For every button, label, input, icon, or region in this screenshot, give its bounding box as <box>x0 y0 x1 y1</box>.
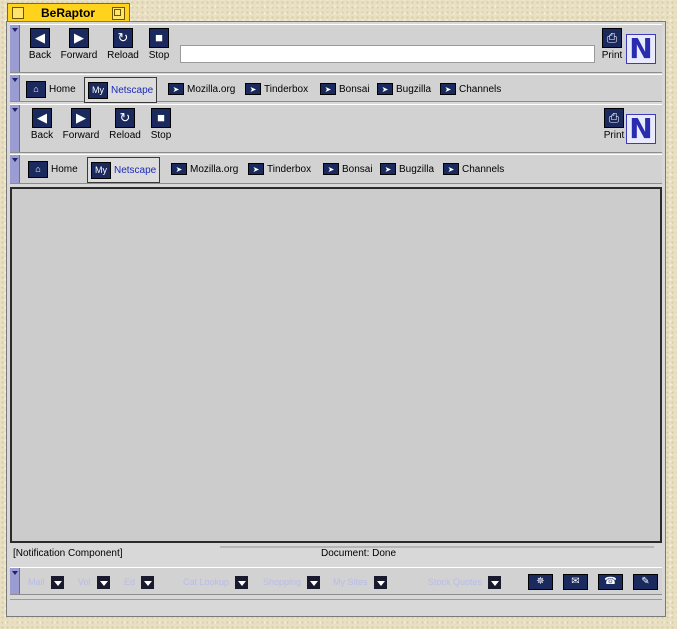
bookmark-arrow-icon: ➤ <box>320 83 336 95</box>
stop-button[interactable]: ■ Stop <box>141 108 181 141</box>
back-button[interactable]: ◀ Back <box>20 28 60 61</box>
forward-arrow-icon: ▶ <box>71 108 91 128</box>
status-bar: [Notification Component] Document: Done <box>10 546 662 562</box>
reload-icon: ↻ <box>115 108 135 128</box>
toolbar-grip[interactable] <box>10 155 20 183</box>
my-netscape-button[interactable]: My Netscape <box>87 157 161 183</box>
bookmark-bonsai[interactable]: ➤ Bonsai <box>320 79 370 99</box>
window-title: BeRaptor <box>41 6 96 20</box>
home-button[interactable]: ⌂ Home <box>28 159 78 179</box>
zoom-box[interactable] <box>112 7 125 20</box>
component-bar: Mail Vol Ed Cat Lookup Shopping My Sites… <box>10 567 662 595</box>
back-button[interactable]: ◀ Back <box>22 108 62 141</box>
home-button[interactable]: ⌂ Home <box>26 79 76 99</box>
forward-button[interactable]: ▶ Forward <box>59 28 99 61</box>
forward-button[interactable]: ▶ Forward <box>61 108 101 141</box>
bookmark-arrow-icon: ➤ <box>171 163 187 175</box>
stop-icon: ■ <box>149 28 169 48</box>
bookmark-tinderbox[interactable]: ➤ Tinderbox <box>245 79 308 99</box>
status-divider <box>220 546 654 548</box>
document-status: Document: Done <box>321 548 397 559</box>
netscape-logo[interactable]: N <box>626 114 656 144</box>
menu-ed[interactable]: Ed <box>124 575 155 589</box>
navigator-icon[interactable]: ✵ <box>528 574 553 590</box>
bookmark-arrow-icon: ➤ <box>168 83 184 95</box>
bookmark-arrow-icon: ➤ <box>443 163 459 175</box>
home-icon: ⌂ <box>26 80 46 98</box>
menu-my-sites[interactable]: My Sites <box>333 575 387 589</box>
toolbar-grip[interactable] <box>10 75 20 101</box>
menu-stock-quotes[interactable]: Stock Quotes <box>428 575 502 589</box>
stop-icon: ■ <box>151 108 171 128</box>
bookmark-arrow-icon: ➤ <box>377 83 393 95</box>
home-icon: ⌂ <box>28 160 48 178</box>
back-arrow-icon: ◀ <box>30 28 50 48</box>
composer-icon[interactable]: ✎ <box>633 574 658 590</box>
url-input[interactable] <box>180 45 595 63</box>
dropdown-arrow-icon[interactable] <box>307 575 321 589</box>
bookmark-arrow-icon: ➤ <box>440 83 456 95</box>
reload-button[interactable]: ↻ Reload <box>103 28 143 61</box>
window-footer <box>10 599 662 614</box>
bookmark-channels[interactable]: ➤ Channels <box>443 159 504 179</box>
dropdown-arrow-icon[interactable] <box>373 575 387 589</box>
navigation-toolbar: ◀ Back ▶ Forward ↻ Reload ■ Stop ⎙ Print N <box>10 24 662 73</box>
toolbar-grip[interactable] <box>10 568 20 594</box>
bookmark-tinderbox[interactable]: ➤ Tinderbox <box>248 159 311 179</box>
back-arrow-icon: ◀ <box>32 108 52 128</box>
notification-text: [Notification Component] <box>13 548 123 559</box>
bookmark-arrow-icon: ➤ <box>248 163 264 175</box>
menu-vol[interactable]: Vol <box>78 575 110 589</box>
content-area[interactable] <box>10 187 662 543</box>
window-tab[interactable]: BeRaptor <box>7 3 130 21</box>
bookmark-arrow-icon: ➤ <box>323 163 339 175</box>
dropdown-arrow-icon[interactable] <box>141 575 155 589</box>
dropdown-arrow-icon[interactable] <box>488 575 502 589</box>
bookmark-channels[interactable]: ➤ Channels <box>440 79 501 99</box>
menu-cat-lookup[interactable]: Cat Lookup <box>183 575 249 589</box>
bookmark-bugzilla[interactable]: ➤ Bugzilla <box>380 159 434 179</box>
bookmark-bugzilla[interactable]: ➤ Bugzilla <box>377 79 431 99</box>
bookmark-arrow-icon: ➤ <box>245 83 261 95</box>
browser-window: ◀ Back ▶ Forward ↻ Reload ■ Stop ⎙ Print N ⌂ H… <box>6 21 666 617</box>
menu-mail[interactable]: Mail <box>28 575 64 589</box>
bookmark-mozilla[interactable]: ➤ Mozilla.org <box>171 159 238 179</box>
reload-button[interactable]: ↻ Reload <box>105 108 145 141</box>
my-netscape-button[interactable]: My Netscape <box>84 77 158 103</box>
toolbar-grip[interactable] <box>10 105 20 152</box>
printer-icon: ⎙ <box>604 108 624 128</box>
stop-button[interactable]: ■ Stop <box>139 28 179 61</box>
reload-icon: ↻ <box>113 28 133 48</box>
dropdown-arrow-icon[interactable] <box>235 575 249 589</box>
my-icon: My <box>88 81 108 99</box>
navigation-toolbar-2: ◀ Back ▶ Forward ↻ Reload ■ Stop ⎙ Print N <box>10 104 662 153</box>
personal-toolbar-2: ⌂ Home My Netscape ➤ Mozilla.org ➤ Tinderbox… <box>10 154 662 184</box>
netscape-logo[interactable]: N <box>626 34 656 64</box>
bookmark-bonsai[interactable]: ➤ Bonsai <box>323 159 373 179</box>
close-box[interactable] <box>12 7 24 19</box>
forward-arrow-icon: ▶ <box>69 28 89 48</box>
mail-icon[interactable]: ✉ <box>563 574 588 590</box>
menu-shopping[interactable]: Shopping <box>263 575 321 589</box>
printer-icon: ⎙ <box>602 28 622 48</box>
bookmark-arrow-icon: ➤ <box>380 163 396 175</box>
personal-toolbar: ⌂ Home My Netscape ➤ Mozilla.org ➤ Tinderbox… <box>10 74 662 103</box>
my-icon: My <box>91 161 111 179</box>
toolbar-grip[interactable] <box>10 25 20 72</box>
addressbook-icon[interactable]: ☎ <box>598 574 623 590</box>
dropdown-arrow-icon[interactable] <box>50 575 64 589</box>
bookmark-mozilla[interactable]: ➤ Mozilla.org <box>168 79 235 99</box>
dropdown-arrow-icon[interactable] <box>96 575 110 589</box>
